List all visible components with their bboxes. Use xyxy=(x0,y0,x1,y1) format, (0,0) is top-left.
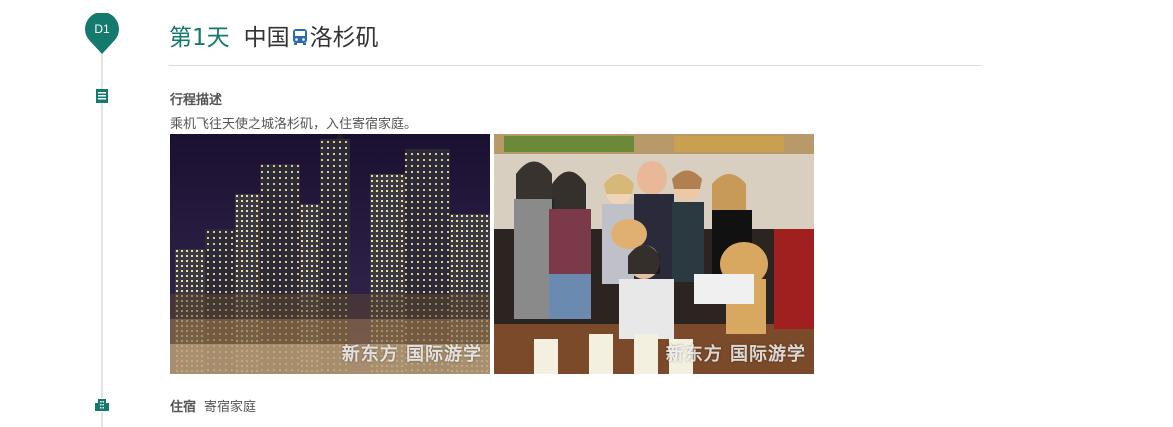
itinerary-description: 乘机飞往天使之城洛杉矶，入住寄宿家庭。 xyxy=(170,117,418,132)
stay-value: 寄宿家庭 xyxy=(204,400,257,415)
header-divider xyxy=(169,65,982,66)
building-icon xyxy=(95,398,109,412)
photo-la-skyline[interactable]: 新东方 国际游学 xyxy=(170,134,490,374)
stay-label: 住宿 xyxy=(170,400,197,415)
photo-host-family[interactable]: 新东方 国际游学 xyxy=(494,134,814,374)
section-title: 行程描述 xyxy=(170,93,223,108)
stay-row: 住宿 寄宿家庭 xyxy=(170,396,256,415)
day-badge-label: D1 xyxy=(94,22,110,36)
day-header: 第1天 中国 洛杉矶 xyxy=(169,19,379,51)
photo-watermark: 新东方 国际游学 xyxy=(665,344,806,365)
route-to: 洛杉矶 xyxy=(309,25,379,51)
day-title: 第1天 xyxy=(169,25,230,51)
bus-icon xyxy=(291,26,309,45)
day-badge: D1 xyxy=(84,13,120,55)
photo-watermark: 新东方 国际游学 xyxy=(341,344,482,365)
route-from: 中国 xyxy=(243,25,290,51)
document-icon xyxy=(95,89,109,103)
